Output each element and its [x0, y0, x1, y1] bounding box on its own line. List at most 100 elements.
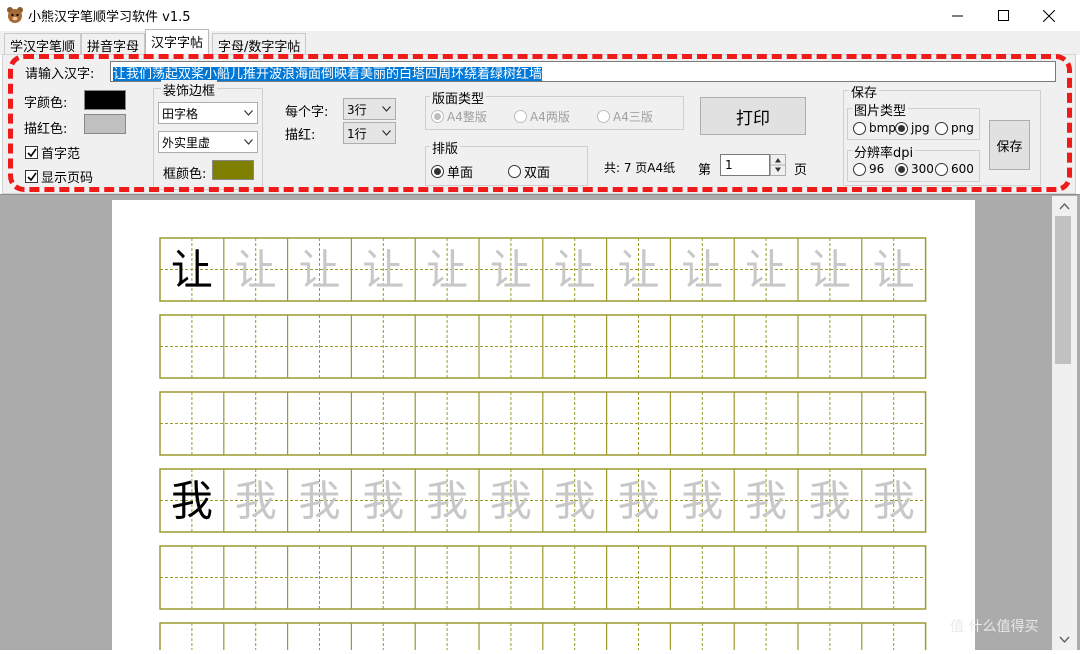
trace-character: 让	[745, 246, 787, 295]
trace-character: 我	[681, 477, 723, 526]
watermark: 值 什么值得买	[950, 619, 1039, 635]
single-side-radio[interactable]: 单面	[431, 162, 473, 181]
radio-label: 单面	[447, 166, 474, 181]
trace-character: 让	[490, 246, 532, 295]
trace-color-swatch[interactable]	[84, 114, 126, 134]
line-style-select[interactable]: 外实里虚	[158, 131, 258, 153]
dpi-title: 分辨率dpi	[852, 142, 916, 161]
radio-label: 96	[869, 162, 885, 176]
bmp-radio[interactable]: bmp	[853, 121, 896, 135]
radio-label: 双面	[524, 166, 551, 181]
tianzige-row	[159, 314, 927, 379]
trace-character: 让	[362, 246, 404, 295]
trace-character: 让	[809, 246, 851, 295]
arrange-title: 排版	[430, 138, 461, 157]
double-side-radio[interactable]: 双面	[508, 162, 550, 181]
trace-character: 让	[681, 246, 723, 295]
radio-dot	[853, 121, 866, 135]
tianzige-row	[159, 545, 927, 610]
trace-character: 让	[873, 246, 915, 295]
checkmark-icon	[26, 148, 37, 157]
trace-character: 我	[490, 477, 532, 526]
trace-character: 我	[554, 477, 596, 526]
page-spinner[interactable]	[770, 154, 786, 176]
per-char-select[interactable]: 3行	[343, 98, 396, 120]
radio-dot	[514, 110, 527, 123]
page-suffix: 页	[794, 163, 808, 178]
checkbox-box	[25, 146, 38, 159]
tab-stroke-order[interactable]: 学汉字笔顺	[4, 33, 82, 55]
show-page-checkbox[interactable]: 显示页码	[25, 167, 93, 186]
trace-character: 我	[426, 477, 468, 526]
bear-app-icon	[6, 6, 24, 24]
dpi-96-radio[interactable]: 96	[853, 162, 884, 176]
frame-color-label: 框颜色:	[163, 167, 207, 182]
radio-dot	[935, 162, 948, 176]
page-number-input[interactable]: 1	[720, 154, 770, 176]
trace-character: 我	[298, 477, 340, 526]
trace-character: 让	[554, 246, 596, 295]
trace-character: 我	[745, 477, 787, 526]
radio-label: 300	[911, 162, 934, 176]
trace-rows-label: 描红:	[285, 128, 316, 143]
print-button[interactable]: 打印	[700, 97, 806, 135]
chevron-down-icon	[377, 123, 395, 143]
chinese-text-input[interactable]: 让我们荡起双桨小船儿推开波浪海面倒映着美丽的白塔四周环绕着绿树红墙	[110, 61, 1056, 82]
show-page-label: 显示页码	[41, 171, 94, 186]
dpi-300-radio[interactable]: 300	[895, 162, 934, 176]
scrollbar-thumb[interactable]	[1055, 216, 1071, 364]
trace-character: 让	[235, 246, 277, 295]
radio-label: png	[951, 121, 974, 135]
radio-dot	[431, 110, 444, 123]
page-prefix: 第	[698, 163, 712, 178]
frame-color-swatch[interactable]	[212, 160, 254, 180]
layout-a4-two-radio[interactable]: A4两版	[514, 108, 570, 125]
trace-rows-value: 1行	[347, 126, 367, 141]
png-radio[interactable]: png	[935, 121, 974, 135]
copybook-page: 让让让让让让让让让让让让我我我我我我我我我我我我	[112, 200, 975, 650]
per-char-label: 每个字:	[285, 105, 329, 120]
close-icon	[1043, 9, 1055, 22]
copybook-grid: 让让让让让让让让让让让让我我我我我我我我我我我我	[159, 237, 927, 650]
close-button[interactable]	[1026, 0, 1072, 31]
model-character: 我	[171, 477, 213, 526]
tab-pinyin[interactable]: 拼音字母	[81, 33, 146, 55]
input-label: 请输入汉字:	[25, 67, 95, 82]
checkmark-icon	[26, 172, 37, 181]
layout-a4-three-radio[interactable]: A4三版	[597, 108, 653, 125]
save-button[interactable]: 保存	[989, 120, 1030, 170]
char-color-label: 字颜色:	[24, 96, 68, 111]
radio-dot	[508, 165, 521, 178]
trace-character: 让	[426, 246, 468, 295]
radio-label: jpg	[911, 121, 930, 135]
char-color-swatch[interactable]	[84, 90, 126, 110]
total-pages: 共: 7 页A4纸	[604, 161, 676, 175]
first-char-label: 首字范	[41, 147, 81, 162]
minimize-icon	[951, 15, 963, 17]
jpg-radio[interactable]: jpg	[895, 121, 930, 135]
radio-dot	[935, 121, 948, 135]
chevron-down-icon	[239, 132, 257, 152]
layout-a4-full-radio[interactable]: A4整版	[431, 108, 487, 125]
checkbox-box	[25, 170, 38, 183]
minimize-button[interactable]	[934, 0, 980, 31]
model-character: 让	[171, 246, 213, 295]
radio-dot	[853, 162, 866, 176]
maximize-button[interactable]	[980, 0, 1026, 31]
grid-style-select[interactable]: 田字格	[158, 102, 258, 124]
first-char-checkbox[interactable]: 首字范	[25, 143, 80, 162]
trace-character: 我	[362, 477, 404, 526]
dpi-600-radio[interactable]: 600	[935, 162, 974, 176]
trace-rows-select[interactable]: 1行	[343, 122, 396, 144]
radio-label: 600	[951, 162, 974, 176]
grid-style-value: 田字格	[162, 106, 199, 121]
trace-color-label: 描红色:	[24, 122, 68, 137]
window-title: 小熊汉字笔顺学习软件 v1.5	[28, 10, 191, 25]
image-type-title: 图片类型	[852, 100, 909, 119]
tab-letter-number-copybook[interactable]: 字母/数字字帖	[212, 33, 307, 55]
spinner-arrows-icon	[771, 158, 785, 172]
trace-character: 我	[809, 477, 851, 526]
tab-chinese-copybook[interactable]: 汉字字帖	[145, 29, 210, 55]
radio-dot	[431, 165, 444, 178]
radio-label: A4整版	[447, 110, 487, 124]
